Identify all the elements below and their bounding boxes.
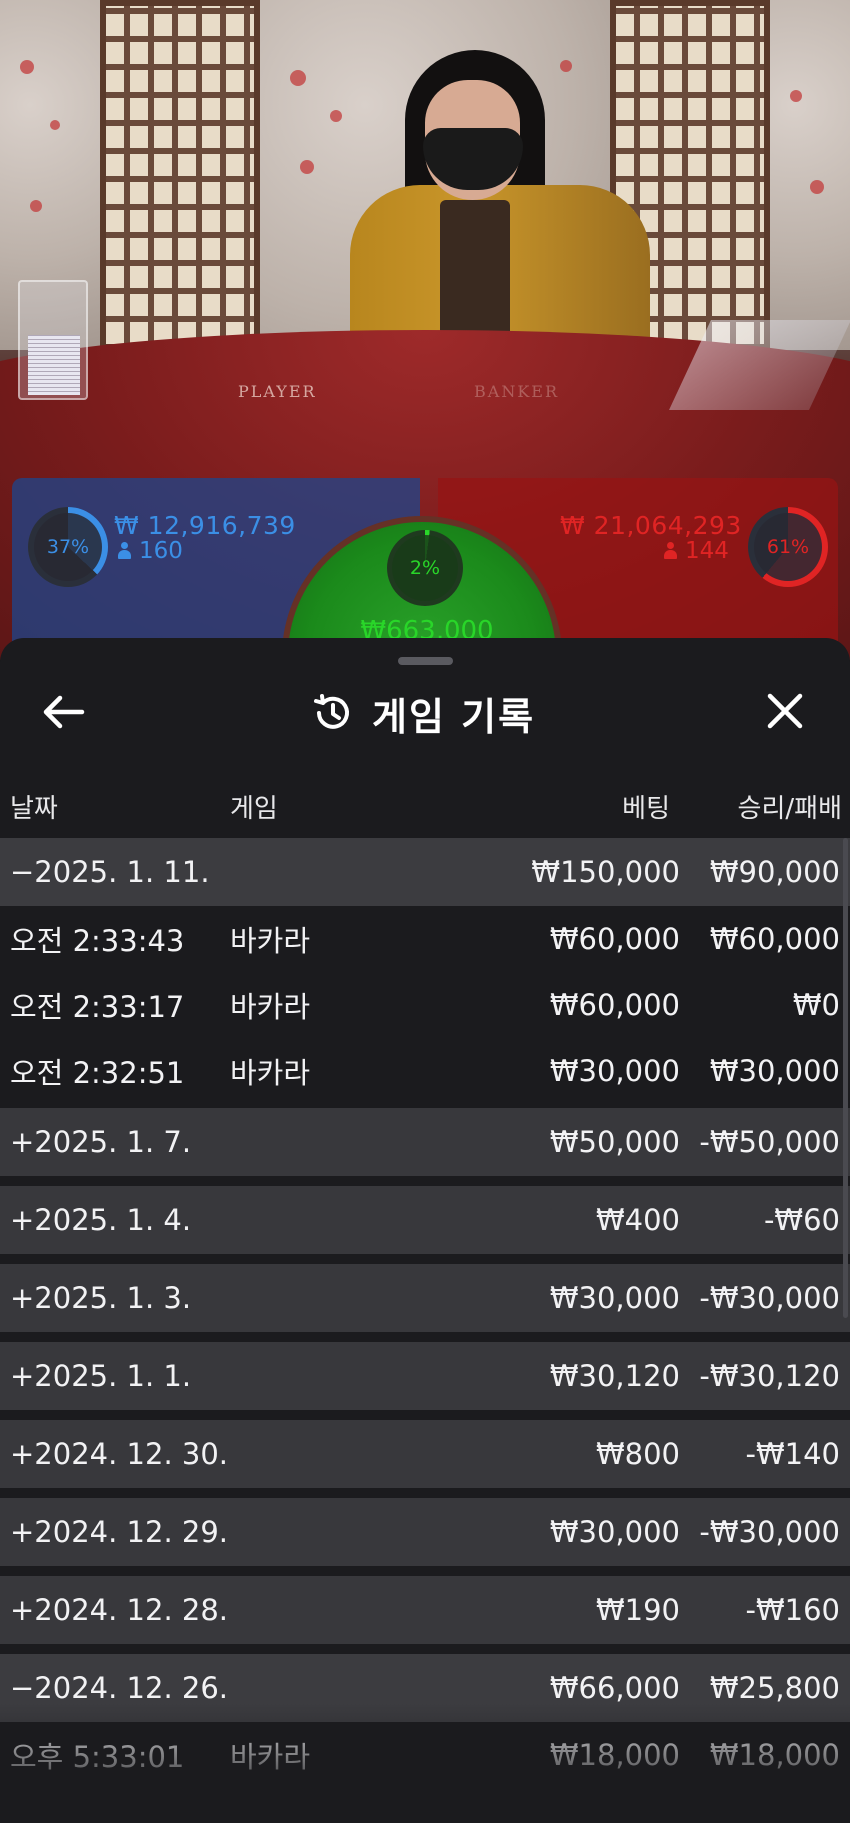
row-bet: ₩800 [595, 1437, 680, 1471]
round-game: 바카라 [230, 1056, 311, 1090]
round-time: 오전 2:32:51 [10, 1056, 185, 1090]
row-date: +2025. 1. 1. [10, 1359, 192, 1393]
backdrop-painting-right [770, 0, 850, 350]
column-header-bet: 베팅 [622, 794, 670, 824]
row-result: -₩30,000 [699, 1281, 840, 1315]
table-banker-label: BANKER [474, 382, 559, 401]
history-date-row[interactable]: +2025. 1. 1. ₩30,120 -₩30,120 [0, 1342, 850, 1410]
row-date: +2024. 12. 29. [10, 1515, 228, 1549]
row-bet: ₩66,000 [549, 1671, 680, 1705]
round-result: ₩60,000 [709, 922, 840, 956]
row-date: −2024. 12. 26. [10, 1671, 228, 1705]
row-result: -₩30,120 [699, 1359, 840, 1393]
sheet-header: 게임 기록 [310, 688, 536, 739]
player-percent: 37% [34, 513, 102, 581]
drag-handle[interactable] [398, 657, 453, 665]
card-stack [28, 335, 80, 395]
game-history-sheet: 게임 기록 날짜 게임 베팅 승리/패배 −2025. 1. 11. ₩150,0… [0, 638, 850, 1823]
row-bet: ₩400 [595, 1203, 680, 1237]
arrow-left-icon [43, 695, 85, 729]
banker-percent-ring: 61% [748, 507, 828, 587]
row-date: −2025. 1. 11. [10, 855, 210, 889]
round-bet: ₩60,000 [549, 988, 680, 1022]
row-result: -₩140 [745, 1437, 841, 1471]
banker-count: 144 [664, 538, 729, 564]
round-time: 오전 2:33:17 [10, 990, 185, 1024]
round-bet: ₩30,000 [549, 1054, 680, 1088]
history-round-row[interactable]: 오전 2:32:51 바카라 ₩30,000 ₩30,000 [0, 1038, 850, 1104]
round-result: ₩0 [792, 988, 840, 1022]
history-date-row[interactable]: +2024. 12. 28. ₩190 -₩160 [0, 1576, 850, 1644]
player-count-value: 160 [139, 538, 183, 564]
history-date-row[interactable]: +2024. 12. 29. ₩30,000 -₩30,000 [0, 1498, 850, 1566]
banker-percent: 61% [754, 513, 822, 581]
row-result: ₩25,800 [709, 1671, 840, 1705]
history-date-row[interactable]: +2024. 12. 30. ₩800 -₩140 [0, 1420, 850, 1488]
row-bet: ₩50,000 [549, 1125, 680, 1159]
player-amount: ₩ 12,916,739 [114, 511, 296, 540]
row-bet: ₩30,000 [549, 1281, 680, 1315]
history-date-row[interactable]: +2025. 1. 3. ₩30,000 -₩30,000 [0, 1264, 850, 1332]
lattice-screen-left [100, 0, 260, 350]
row-bet: ₩30,120 [549, 1359, 680, 1393]
tie-percent: 2% [392, 535, 458, 601]
round-time: 오전 2:33:43 [10, 924, 185, 958]
tie-percent-ring: 2% [387, 530, 463, 606]
banker-count-value: 144 [685, 538, 729, 564]
history-round-row[interactable]: 오전 2:33:17 바카라 ₩60,000 ₩0 [0, 972, 850, 1038]
table-player-label: PLAYER [238, 382, 317, 401]
row-result: -₩30,000 [699, 1515, 840, 1549]
history-date-row[interactable]: +2025. 1. 4. ₩400 -₩60 [0, 1186, 850, 1254]
row-result: -₩160 [745, 1593, 841, 1627]
row-date: +2024. 12. 30. [10, 1437, 228, 1471]
player-percent-ring: 37% [28, 507, 108, 587]
round-game: 바카라 [230, 924, 311, 958]
row-date: +2024. 12. 28. [10, 1593, 228, 1627]
person-icon [664, 542, 677, 559]
row-date: +2025. 1. 3. [10, 1281, 192, 1315]
close-icon [767, 693, 803, 729]
row-result: -₩50,000 [699, 1125, 840, 1159]
list-fade [0, 1703, 850, 1823]
history-icon [314, 694, 349, 729]
row-bet: ₩30,000 [549, 1515, 680, 1549]
history-round-row[interactable]: 오전 2:33:43 바카라 ₩60,000 ₩60,000 [0, 906, 850, 972]
banker-amount: ₩ 21,064,293 [560, 511, 742, 540]
history-date-row[interactable]: +2025. 1. 7. ₩50,000 -₩50,000 [0, 1108, 850, 1176]
round-result: ₩30,000 [709, 1054, 840, 1088]
column-header-date: 날짜 [10, 794, 58, 824]
row-date: +2025. 1. 7. [10, 1125, 192, 1159]
close-button[interactable] [760, 688, 810, 736]
scrollbar[interactable] [843, 838, 848, 1318]
row-bet: ₩150,000 [531, 855, 680, 889]
person-icon [118, 542, 131, 559]
row-bet: ₩190 [595, 1593, 680, 1627]
row-date: +2025. 1. 4. [10, 1203, 192, 1237]
round-game: 바카라 [230, 990, 311, 1024]
back-button[interactable] [38, 690, 88, 734]
sheet-title: 게임 기록 [372, 694, 536, 739]
round-bet: ₩60,000 [549, 922, 680, 956]
history-date-row[interactable]: −2025. 1. 11. ₩150,000 ₩90,000 [0, 838, 850, 906]
column-header-game: 게임 [230, 794, 278, 824]
player-count: 160 [118, 538, 183, 564]
row-result: -₩60 [763, 1203, 840, 1237]
column-header-result: 승리/패배 [737, 794, 842, 824]
row-result: ₩90,000 [709, 855, 840, 889]
